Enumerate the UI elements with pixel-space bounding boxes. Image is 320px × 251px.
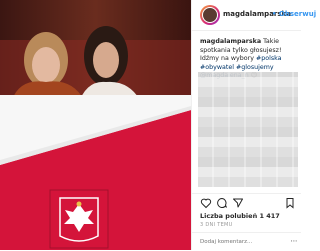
bookmark-icon[interactable] xyxy=(284,197,296,209)
more-options-icon[interactable]: ⋯ xyxy=(290,237,298,245)
caption-username[interactable]: magdalamparska xyxy=(200,38,261,45)
comment-bar: ⋯ xyxy=(192,232,301,251)
comment-icon[interactable] xyxy=(216,197,228,209)
post-sidebar: magdalamparska • Obserwuj magdalamparska… xyxy=(191,0,316,251)
avatar[interactable] xyxy=(200,5,220,25)
blurred-comments xyxy=(198,72,298,187)
comment-input[interactable] xyxy=(200,237,285,247)
likes-count[interactable]: Liczba polubień 1 417 xyxy=(200,212,280,220)
post-date[interactable]: 3 DNI TEMU xyxy=(200,222,233,228)
heart-icon[interactable] xyxy=(200,197,212,209)
eagle-emblem-icon xyxy=(49,189,109,249)
action-bar xyxy=(192,193,301,210)
post-photo[interactable] xyxy=(0,0,191,250)
avatar-photo xyxy=(202,7,218,23)
photo-illustration xyxy=(0,0,191,250)
follow-button[interactable]: • Obserwuj xyxy=(272,10,316,18)
share-icon[interactable] xyxy=(232,197,244,209)
post-header: magdalamparska • Obserwuj xyxy=(192,0,316,31)
